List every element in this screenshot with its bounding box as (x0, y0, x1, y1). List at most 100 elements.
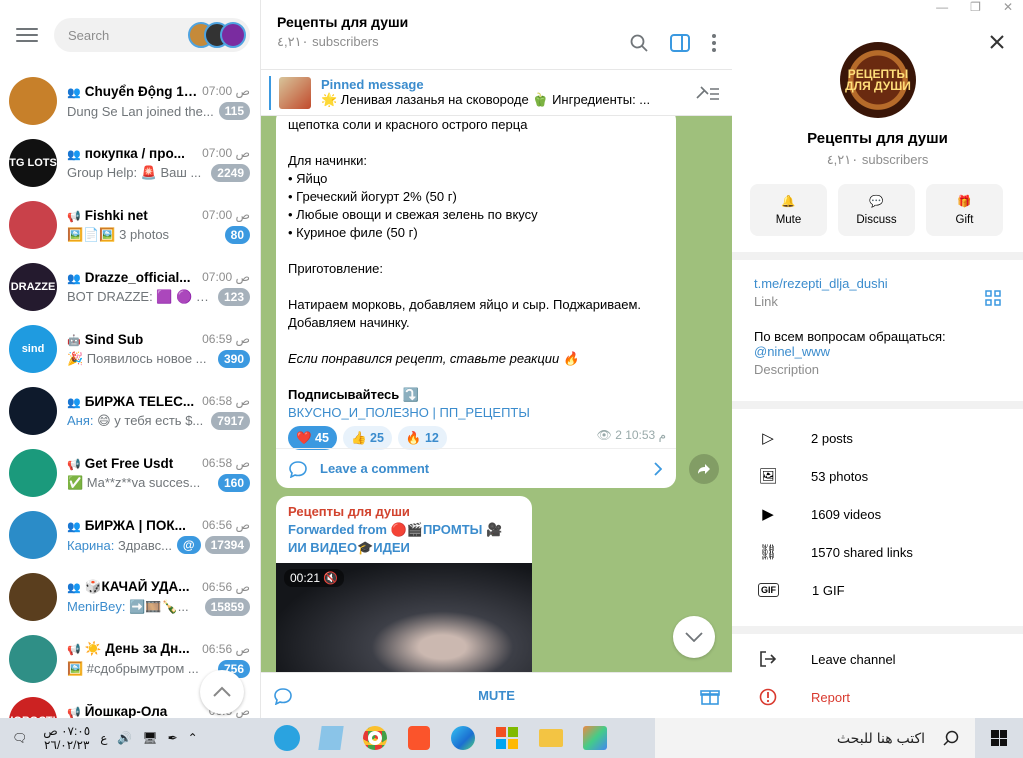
chat-preview: ✅ Ma**z**va succes... (67, 475, 201, 490)
qr-code-icon[interactable] (985, 290, 1001, 306)
channel-link[interactable]: t.me/rezepti_dlja_dushi (754, 276, 1001, 291)
network-icon[interactable]: 🖥 (142, 731, 157, 745)
chat-name: 🤖 Sind Sub (67, 331, 144, 347)
message-line (288, 134, 664, 152)
chat-list-item[interactable]: 👥 БИРЖА | ПОК... 06:56 ص Карина: Здравс..… (0, 504, 260, 566)
shared-media-list: ▷ 2 posts 🖼 53 photos ▶ 1609 videos ⛓ 1570 shar… (732, 409, 1023, 626)
chat-name: 📢 Get Free Usdt (67, 455, 174, 471)
report-button[interactable]: Report (732, 678, 1023, 716)
pinned-list-icon[interactable] (694, 84, 720, 102)
channel-info-panel: РЕЦЕПТЫ ДЛЯ ДУШИ Рецепты для души ٤,٢١٠ … (732, 0, 1023, 718)
brave-app-icon[interactable] (402, 721, 436, 755)
edge-app-icon[interactable] (446, 721, 480, 755)
chat-list-item[interactable]: TG LOTS 👥 покупка / про... 07:00 ص Group … (0, 132, 260, 194)
window-controls: — ❐ ✕ (936, 0, 1023, 14)
pinned-message-bar[interactable]: Pinned message 🌟 Ленивая лазанья на сков… (261, 70, 732, 116)
discuss-icon[interactable] (273, 687, 293, 705)
chat-list-item[interactable]: DRAZZE 👥 Drazze_official... 07:00 ص BOT D… (0, 256, 260, 318)
taskbar-apps (270, 718, 612, 758)
conversation-header[interactable]: Рецепты для души ٤,٢١٠ subscribers (261, 0, 732, 70)
channel-logo: РЕЦЕПТЫ ДЛЯ ДУШИ (840, 42, 916, 118)
chat-list-item[interactable]: sind 🤖 Sind Sub 06:59 ص 🎉 Появилось новое… (0, 318, 260, 380)
search-input[interactable]: Search (54, 18, 250, 52)
forward-sender: Рецепты для души (288, 504, 410, 519)
minimize-button[interactable]: — (936, 0, 948, 14)
scroll-up-button[interactable] (200, 670, 244, 714)
message-links[interactable]: ВКУСНО_И_ПОЛЕЗНО | ПП_РЕЦЕПТЫ (288, 404, 664, 422)
video-thumbnail[interactable]: 00:21 🔇 (276, 563, 532, 672)
shared-media-item[interactable]: GIF 1 GIF (732, 571, 1023, 609)
pen-icon[interactable]: ✒ (168, 731, 178, 745)
language-indicator[interactable]: ع (100, 731, 107, 745)
leave-comment-label: Leave a comment (320, 460, 430, 476)
chat-list-item[interactable]: 👥 БИРЖА TELEC... 06:58 ص Аня: 😄 у тебя ес… (0, 380, 260, 442)
menu-icon[interactable] (16, 28, 38, 42)
sidebar-toggle-icon[interactable] (670, 34, 690, 52)
chat-type-icon: 👥 (67, 86, 81, 99)
chat-preview: Dung Se Lan joined the... (67, 103, 214, 119)
notepad-app-icon[interactable] (314, 721, 348, 755)
shared-media-item[interactable]: ▷ 2 posts (732, 419, 1023, 457)
store-app-icon[interactable] (490, 721, 524, 755)
reaction-button[interactable]: ❤️ 45 (288, 426, 337, 450)
chat-type-icon: 👥 (67, 148, 81, 161)
chat-preview: MenirBey: ➡️🎞️🍾... (67, 599, 189, 614)
share-button[interactable] (689, 454, 719, 484)
chat-list-item[interactable]: 👥 Chuyển Động 12h 07:00 ص Dung Se Lan joi… (0, 70, 260, 132)
chat-type-icon: 👥 (67, 582, 81, 594)
taskbar-search[interactable]: اكتب هنا للبحث (655, 718, 975, 758)
more-icon[interactable] (712, 34, 716, 52)
restore-button[interactable]: ❐ (970, 0, 981, 14)
discuss-button[interactable]: 💬 Discuss (838, 184, 915, 236)
game-app-icon[interactable] (578, 721, 612, 755)
file-explorer-app-icon[interactable] (534, 721, 568, 755)
chat-preview: Group Help: 🚨 Ваш ... (67, 165, 202, 180)
chat-list-item[interactable]: 📢 Fishki net 07:00 ص 🖼️📄🖼️ 3 photos 80 (0, 194, 260, 256)
chat-list-item[interactable]: 👥 🎲КАЧАЙ УДА... 06:56 ص MenirBey: ➡️🎞️🍾..… (0, 566, 260, 628)
chat-name: 👥 Chuyển Động 12h (67, 83, 199, 99)
windows-start-icon[interactable] (991, 730, 1007, 746)
leave-channel-button[interactable]: Leave channel (732, 640, 1023, 678)
clock[interactable]: ٠٧:٠٥ ص ٢٦/٠٢/٢٣ (43, 724, 90, 752)
system-tray: 🗨 ٠٧:٠٥ ص ٢٦/٠٢/٢٣ ع 🔊 🖥 ✒ ⌃ (0, 724, 198, 752)
forwarded-from[interactable]: Forwarded from 🔴🎬ПРОМТЫ 🎥 ИИ ВИДЕО🎓ИДЕИ (276, 519, 532, 557)
notifications-icon[interactable]: 🗨 (12, 731, 27, 745)
comment-icon (289, 460, 307, 478)
chat-time: 06:58 ص (202, 394, 250, 408)
media-type-icon: ▷ (762, 430, 774, 447)
chat-type-icon: 🤖 (67, 334, 81, 347)
chat-avatar (9, 511, 57, 559)
stories-avatars[interactable] (188, 22, 246, 48)
close-icon[interactable] (989, 34, 1005, 50)
telegram-app-icon[interactable] (270, 721, 304, 755)
close-window-button[interactable]: ✕ (1003, 0, 1013, 14)
description-handle[interactable]: @ninel_www (754, 344, 1001, 359)
message-bubble[interactable]: щепотка соли и красного острого перца Для… (276, 116, 676, 488)
chat-time: 06:56 ص (202, 518, 250, 532)
chrome-app-icon[interactable] (358, 721, 392, 755)
gift-icon[interactable] (700, 687, 720, 705)
search-placeholder: Search (68, 27, 110, 43)
report-label: Report (811, 689, 851, 705)
mute-button[interactable]: 🔔 Mute (750, 184, 827, 236)
chat-name: 👥 покупка / про... (67, 145, 185, 161)
volume-icon[interactable]: 🔊 (117, 731, 132, 745)
forwarded-message-bubble[interactable]: Рецепты для души Forwarded from 🔴🎬ПРОМТЫ… (276, 496, 532, 672)
message-line: Добавляем начинку. (288, 315, 410, 330)
search-icon[interactable] (630, 34, 648, 52)
chat-list-item[interactable]: 📢 Get Free Usdt 06:58 ص ✅ Ma**z**va succe… (0, 442, 260, 504)
scroll-down-button[interactable] (673, 616, 715, 658)
shared-media-item[interactable]: 🖼 53 photos (732, 457, 1023, 495)
reaction-button[interactable]: 👍 25 (342, 426, 392, 450)
shared-media-item[interactable]: ▶ 1609 videos (732, 495, 1023, 533)
tray-chevron-icon[interactable]: ⌃ (188, 731, 198, 745)
chat-type-icon: 👥 (67, 520, 81, 533)
reaction-button[interactable]: 🔥 12 (397, 426, 447, 450)
leave-comment-button[interactable]: Leave a comment (276, 448, 676, 488)
chevron-right-icon (654, 461, 662, 476)
chat-avatar: НОВОСТИ (9, 697, 57, 718)
gift-button[interactable]: 🎁 Gift (926, 184, 1003, 236)
mute-button[interactable]: MUTE (478, 688, 515, 703)
unread-badge: 80 (224, 226, 250, 244)
shared-media-item[interactable]: ⛓ 1570 shared links (732, 533, 1023, 571)
